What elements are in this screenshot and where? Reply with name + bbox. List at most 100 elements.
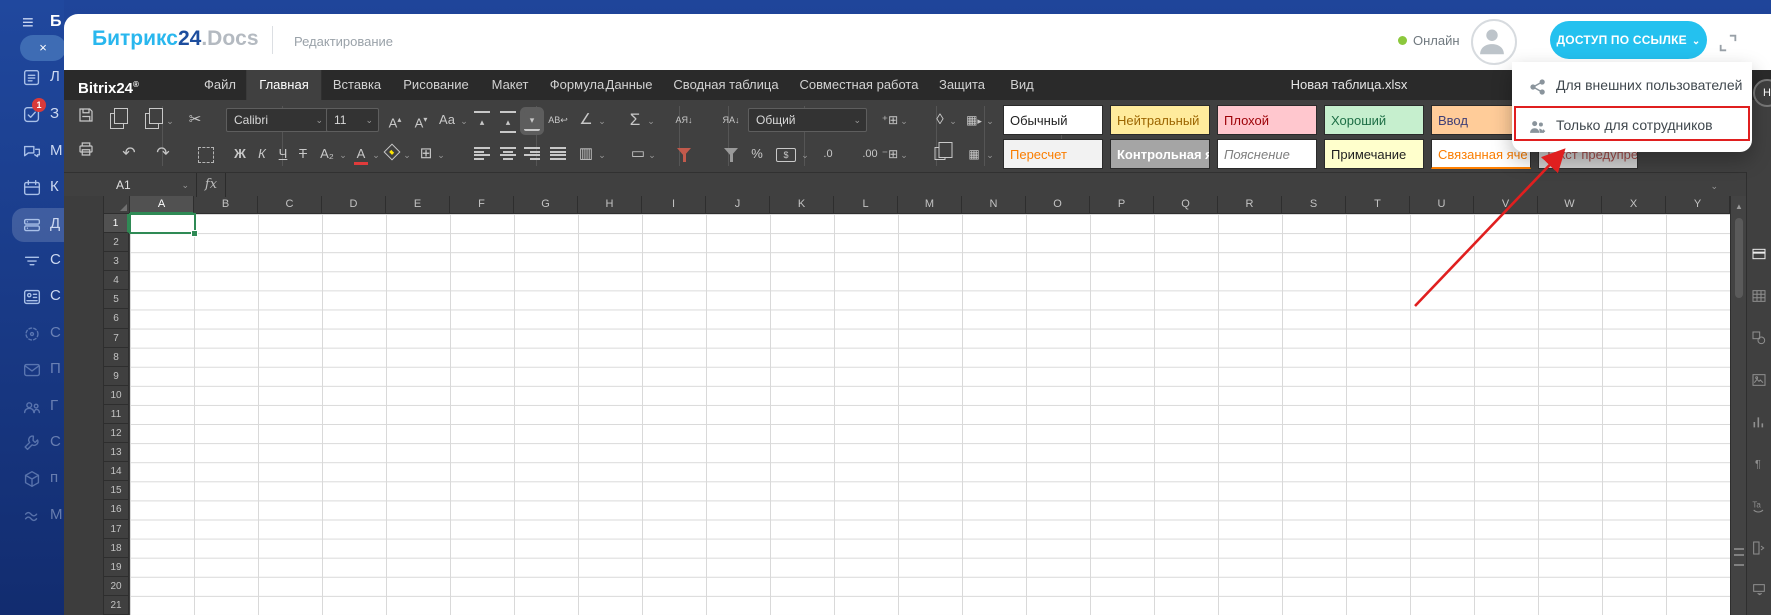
scrollbar-thumb[interactable] xyxy=(1735,218,1743,298)
row-header-6[interactable]: 6 xyxy=(104,309,129,328)
borders-chevron-icon[interactable]: ⌄ xyxy=(437,140,445,168)
chart-settings-icon[interactable] xyxy=(1750,414,1768,432)
select-all-corner[interactable] xyxy=(104,196,130,214)
vertical-scrollbar[interactable]: ▲ xyxy=(1730,196,1746,615)
number-format-select[interactable]: Общий ⌄ xyxy=(748,108,867,132)
paste-chevron-icon[interactable]: ⌄ xyxy=(166,106,174,134)
row-header-2[interactable]: 2 xyxy=(104,233,129,252)
subscript-icon[interactable]: А₂ xyxy=(317,140,337,168)
align-bottom-icon[interactable]: ▾ xyxy=(524,111,540,131)
insert-cells-icon[interactable]: ⁺⊞ xyxy=(880,106,900,134)
avatar[interactable] xyxy=(1471,19,1517,65)
decrease-font-icon[interactable]: A xyxy=(411,106,431,134)
select-all-icon[interactable] xyxy=(198,147,214,163)
align-left-icon[interactable] xyxy=(474,147,490,160)
justify-icon[interactable] xyxy=(550,147,566,160)
row-header-12[interactable]: 12 xyxy=(104,424,129,443)
tab-файл[interactable]: Файл xyxy=(191,70,249,100)
tab-совместная-работа[interactable]: Совместная работа xyxy=(787,70,932,100)
tab-данные[interactable]: Данные xyxy=(593,70,666,100)
underline-icon[interactable]: Ч xyxy=(273,140,293,168)
cell-style-chip[interactable]: Нейтральный xyxy=(1110,105,1210,135)
row-header-11[interactable]: 11 xyxy=(104,405,129,424)
column-header-J[interactable]: J xyxy=(706,196,770,213)
bold-icon[interactable]: Ж xyxy=(230,140,250,168)
cell-style-chip[interactable]: Пояснение xyxy=(1217,139,1317,169)
column-header-I[interactable]: I xyxy=(642,196,706,213)
expand-formula-bar-icon[interactable]: ⌄ xyxy=(1710,173,1718,199)
paste-button[interactable] xyxy=(145,113,159,129)
column-header-E[interactable]: E xyxy=(386,196,450,213)
cell-style-chip[interactable]: Контрольная я xyxy=(1110,139,1210,169)
sidebar-item-wrench[interactable]: С xyxy=(0,426,64,460)
fill-color-icon[interactable] xyxy=(384,144,401,161)
increase-decimal-icon[interactable]: .00 xyxy=(860,140,880,168)
orientation-chevron-icon[interactable]: ⌄ xyxy=(598,106,606,134)
column-header-H[interactable]: H xyxy=(578,196,642,213)
column-header-T[interactable]: T xyxy=(1346,196,1410,213)
row-header-10[interactable]: 10 xyxy=(104,386,129,405)
cell-style-chip[interactable]: Обычный xyxy=(1003,105,1103,135)
column-header-L[interactable]: L xyxy=(834,196,898,213)
fullscreen-icon[interactable] xyxy=(1717,32,1739,59)
table-template-icon[interactable]: ▦ xyxy=(964,140,984,168)
align-middle-icon[interactable]: ▴ xyxy=(500,111,516,133)
borders-icon[interactable]: ⊞ xyxy=(416,140,436,168)
autosum-chevron-icon[interactable]: ⌄ xyxy=(647,106,655,134)
row-header-1[interactable]: 1 xyxy=(104,214,129,233)
cell-style-chip[interactable]: Плохой xyxy=(1217,105,1317,135)
tab-рисование[interactable]: Рисование xyxy=(390,70,481,100)
case-chevron-icon[interactable]: ⌄ xyxy=(460,106,468,134)
currency-chevron-icon[interactable]: ⌄ xyxy=(801,140,809,168)
menu-item-external-users[interactable]: Для внешних пользователей xyxy=(1512,67,1752,107)
copy-style-icon[interactable] xyxy=(935,147,946,160)
clear-chevron-icon[interactable]: ⌄ xyxy=(949,106,957,134)
column-header-U[interactable]: U xyxy=(1410,196,1474,213)
cut-button[interactable]: ✂ xyxy=(185,106,205,134)
filter-icon[interactable] xyxy=(677,148,691,156)
cells-area[interactable] xyxy=(130,214,1730,615)
sidebar-item-mail[interactable]: П xyxy=(0,353,64,387)
autosum-icon[interactable]: Σ xyxy=(625,106,645,134)
sidebar-item-feed[interactable]: Л xyxy=(0,61,64,95)
row-header-20[interactable]: 20 xyxy=(104,577,129,596)
row-header-13[interactable]: 13 xyxy=(104,443,129,462)
slicer-settings-icon[interactable] xyxy=(1750,540,1768,558)
table-template-chevron-icon[interactable]: ⌄ xyxy=(986,140,994,168)
selected-cell-a1[interactable] xyxy=(129,213,196,234)
shape-settings-icon[interactable] xyxy=(1750,330,1768,348)
row-header-4[interactable]: 4 xyxy=(104,271,129,290)
column-header-C[interactable]: C xyxy=(258,196,322,213)
row-header-19[interactable]: 19 xyxy=(104,558,129,577)
column-header-N[interactable]: N xyxy=(962,196,1026,213)
column-header-S[interactable]: S xyxy=(1282,196,1346,213)
clear-icon[interactable]: ◊ xyxy=(930,106,950,134)
hamburger-icon[interactable]: ≡ xyxy=(22,12,34,35)
italic-icon[interactable]: К xyxy=(252,140,272,168)
row-header-8[interactable]: 8 xyxy=(104,348,129,367)
image-settings-icon[interactable] xyxy=(1750,372,1768,390)
decrease-decimal-icon[interactable]: .0 xyxy=(818,140,838,168)
sidebar-item-drive[interactable]: Д xyxy=(0,208,64,242)
sidebar-item-tasks[interactable]: З1 xyxy=(0,98,64,132)
font-color-chevron-icon[interactable]: ⌄ xyxy=(372,140,380,168)
row-header-7[interactable]: 7 xyxy=(104,329,129,348)
row-header-21[interactable]: 21 xyxy=(104,596,129,615)
delete-cells-chevron-icon[interactable]: ⌄ xyxy=(900,140,908,168)
column-header-P[interactable]: P xyxy=(1090,196,1154,213)
wrap-text-icon[interactable]: АВ↩ xyxy=(548,106,568,134)
conditional-format-chevron-icon[interactable]: ⌄ xyxy=(986,106,994,134)
sidebar-item-funnel-lines[interactable]: С xyxy=(0,244,64,278)
change-case-icon[interactable]: Aa xyxy=(437,106,457,134)
orientation-icon[interactable]: ∠ xyxy=(576,106,596,134)
fill-handle[interactable] xyxy=(191,230,198,237)
column-header-W[interactable]: W xyxy=(1538,196,1602,213)
subscript-chevron-icon[interactable]: ⌄ xyxy=(339,140,347,168)
row-header-15[interactable]: 15 xyxy=(104,481,129,500)
copy-button[interactable] xyxy=(110,113,124,129)
cell-style-chip[interactable]: Пересчет xyxy=(1003,139,1103,169)
column-header-G[interactable]: G xyxy=(514,196,578,213)
align-center-icon[interactable] xyxy=(500,147,516,160)
sidebar-item-messenger[interactable]: М xyxy=(0,135,64,169)
column-header-X[interactable]: X xyxy=(1602,196,1666,213)
